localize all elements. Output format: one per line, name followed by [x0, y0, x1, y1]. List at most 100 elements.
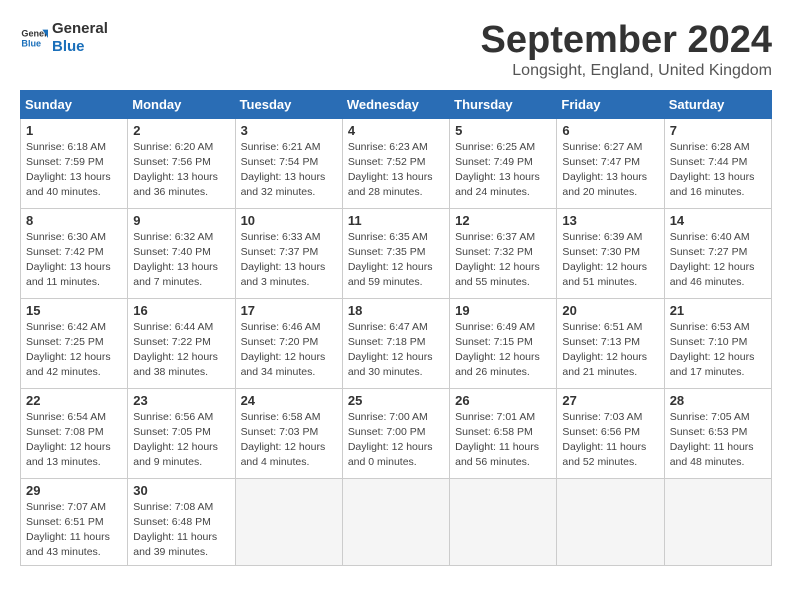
calendar-cell [664, 478, 771, 565]
calendar-cell: 3 Sunrise: 6:21 AM Sunset: 7:54 PM Daylig… [235, 118, 342, 208]
calendar-cell [342, 478, 449, 565]
day-detail: Sunrise: 7:05 AM Sunset: 6:53 PM Dayligh… [670, 410, 766, 471]
logo-line2: Blue [52, 38, 108, 56]
day-number: 19 [455, 303, 551, 318]
day-number: 4 [348, 123, 444, 138]
day-detail: Sunrise: 6:33 AM Sunset: 7:37 PM Dayligh… [241, 230, 337, 291]
day-number: 16 [133, 303, 229, 318]
day-detail: Sunrise: 6:51 AM Sunset: 7:13 PM Dayligh… [562, 320, 658, 381]
day-detail: Sunrise: 6:35 AM Sunset: 7:35 PM Dayligh… [348, 230, 444, 291]
calendar-cell: 16 Sunrise: 6:44 AM Sunset: 7:22 PM Dayli… [128, 298, 235, 388]
header-cell-sunday: Sunday [21, 90, 128, 118]
day-number: 1 [26, 123, 122, 138]
week-row-2: 8Sunrise: 6:30 AM Sunset: 7:42 PM Daylig… [21, 208, 772, 298]
day-number: 22 [26, 393, 122, 408]
calendar-cell: 22 Sunrise: 6:54 AM Sunset: 7:08 PM Dayli… [21, 388, 128, 478]
logo: General Blue General Blue [20, 20, 108, 56]
day-detail: Sunrise: 6:23 AM Sunset: 7:52 PM Dayligh… [348, 140, 444, 201]
day-detail: Sunrise: 6:39 AM Sunset: 7:30 PM Dayligh… [562, 230, 658, 291]
day-detail: Sunrise: 7:08 AM Sunset: 6:48 PM Dayligh… [133, 500, 229, 561]
day-detail: Sunrise: 7:03 AM Sunset: 6:56 PM Dayligh… [562, 410, 658, 471]
day-detail: Sunrise: 7:07 AM Sunset: 6:51 PM Dayligh… [26, 500, 122, 561]
logo-icon: General Blue [20, 24, 48, 52]
header-row: SundayMondayTuesdayWednesdayThursdayFrid… [21, 90, 772, 118]
calendar-cell: 7 Sunrise: 6:28 AM Sunset: 7:44 PM Daylig… [664, 118, 771, 208]
day-number: 24 [241, 393, 337, 408]
day-number: 20 [562, 303, 658, 318]
calendar-cell: 21 Sunrise: 6:53 AM Sunset: 7:10 PM Dayli… [664, 298, 771, 388]
calendar-cell [557, 478, 664, 565]
calendar-cell: 24 Sunrise: 6:58 AM Sunset: 7:03 PM Dayli… [235, 388, 342, 478]
calendar-cell: 8Sunrise: 6:30 AM Sunset: 7:42 PM Daylig… [21, 208, 128, 298]
day-number: 29 [26, 483, 122, 498]
calendar-cell: 25Sunrise: 7:00 AM Sunset: 7:00 PM Dayli… [342, 388, 449, 478]
calendar-cell: 29 Sunrise: 7:07 AM Sunset: 6:51 PM Dayli… [21, 478, 128, 565]
day-number: 3 [241, 123, 337, 138]
calendar-cell: 26 Sunrise: 7:01 AM Sunset: 6:58 PM Dayli… [450, 388, 557, 478]
day-detail: Sunrise: 6:58 AM Sunset: 7:03 PM Dayligh… [241, 410, 337, 471]
header-cell-monday: Monday [128, 90, 235, 118]
logo-line1: General [52, 20, 108, 38]
week-row-4: 22 Sunrise: 6:54 AM Sunset: 7:08 PM Dayli… [21, 388, 772, 478]
day-number: 26 [455, 393, 551, 408]
calendar-cell: 14 Sunrise: 6:40 AM Sunset: 7:27 PM Dayli… [664, 208, 771, 298]
calendar-header: SundayMondayTuesdayWednesdayThursdayFrid… [21, 90, 772, 118]
day-number: 17 [241, 303, 337, 318]
day-detail: Sunrise: 7:01 AM Sunset: 6:58 PM Dayligh… [455, 410, 551, 471]
day-number: 7 [670, 123, 766, 138]
day-detail: Sunrise: 6:42 AM Sunset: 7:25 PM Dayligh… [26, 320, 122, 381]
header-cell-friday: Friday [557, 90, 664, 118]
page-header: General Blue General Blue September 2024… [20, 20, 772, 80]
day-detail: Sunrise: 6:44 AM Sunset: 7:22 PM Dayligh… [133, 320, 229, 381]
week-row-1: 1Sunrise: 6:18 AM Sunset: 7:59 PM Daylig… [21, 118, 772, 208]
day-number: 6 [562, 123, 658, 138]
calendar-cell: 4 Sunrise: 6:23 AM Sunset: 7:52 PM Daylig… [342, 118, 449, 208]
calendar-cell: 30Sunrise: 7:08 AM Sunset: 6:48 PM Dayli… [128, 478, 235, 565]
day-number: 28 [670, 393, 766, 408]
calendar-cell: 1Sunrise: 6:18 AM Sunset: 7:59 PM Daylig… [21, 118, 128, 208]
day-detail: Sunrise: 6:28 AM Sunset: 7:44 PM Dayligh… [670, 140, 766, 201]
header-cell-saturday: Saturday [664, 90, 771, 118]
day-number: 15 [26, 303, 122, 318]
calendar-cell: 2Sunrise: 6:20 AM Sunset: 7:56 PM Daylig… [128, 118, 235, 208]
calendar-body: 1Sunrise: 6:18 AM Sunset: 7:59 PM Daylig… [21, 118, 772, 565]
calendar-cell [235, 478, 342, 565]
calendar-cell: 18 Sunrise: 6:47 AM Sunset: 7:18 PM Dayli… [342, 298, 449, 388]
day-number: 5 [455, 123, 551, 138]
calendar-subtitle: Longsight, England, United Kingdom [481, 62, 773, 80]
day-number: 14 [670, 213, 766, 228]
day-number: 9 [133, 213, 229, 228]
header-cell-tuesday: Tuesday [235, 90, 342, 118]
day-detail: Sunrise: 6:49 AM Sunset: 7:15 PM Dayligh… [455, 320, 551, 381]
week-row-5: 29 Sunrise: 7:07 AM Sunset: 6:51 PM Dayli… [21, 478, 772, 565]
day-number: 23 [133, 393, 229, 408]
calendar-table: SundayMondayTuesdayWednesdayThursdayFrid… [20, 90, 772, 566]
day-detail: Sunrise: 6:27 AM Sunset: 7:47 PM Dayligh… [562, 140, 658, 201]
day-number: 21 [670, 303, 766, 318]
day-detail: Sunrise: 6:40 AM Sunset: 7:27 PM Dayligh… [670, 230, 766, 291]
title-area: September 2024 Longsight, England, Unite… [481, 20, 773, 80]
day-detail: Sunrise: 6:53 AM Sunset: 7:10 PM Dayligh… [670, 320, 766, 381]
day-number: 11 [348, 213, 444, 228]
calendar-cell: 10Sunrise: 6:33 AM Sunset: 7:37 PM Dayli… [235, 208, 342, 298]
day-detail: Sunrise: 6:21 AM Sunset: 7:54 PM Dayligh… [241, 140, 337, 201]
day-number: 27 [562, 393, 658, 408]
calendar-title: September 2024 [481, 20, 773, 62]
calendar-cell: 20 Sunrise: 6:51 AM Sunset: 7:13 PM Dayli… [557, 298, 664, 388]
calendar-cell [450, 478, 557, 565]
calendar-cell: 12Sunrise: 6:37 AM Sunset: 7:32 PM Dayli… [450, 208, 557, 298]
day-detail: Sunrise: 6:47 AM Sunset: 7:18 PM Dayligh… [348, 320, 444, 381]
day-number: 12 [455, 213, 551, 228]
day-detail: Sunrise: 6:54 AM Sunset: 7:08 PM Dayligh… [26, 410, 122, 471]
day-detail: Sunrise: 6:20 AM Sunset: 7:56 PM Dayligh… [133, 140, 229, 201]
calendar-cell: 6 Sunrise: 6:27 AM Sunset: 7:47 PM Daylig… [557, 118, 664, 208]
calendar-cell: 17Sunrise: 6:46 AM Sunset: 7:20 PM Dayli… [235, 298, 342, 388]
svg-text:Blue: Blue [21, 38, 41, 48]
calendar-cell: 5 Sunrise: 6:25 AM Sunset: 7:49 PM Daylig… [450, 118, 557, 208]
day-detail: Sunrise: 6:25 AM Sunset: 7:49 PM Dayligh… [455, 140, 551, 201]
day-number: 18 [348, 303, 444, 318]
week-row-3: 15 Sunrise: 6:42 AM Sunset: 7:25 PM Dayli… [21, 298, 772, 388]
day-detail: Sunrise: 7:00 AM Sunset: 7:00 PM Dayligh… [348, 410, 444, 471]
calendar-cell: 9Sunrise: 6:32 AM Sunset: 7:40 PM Daylig… [128, 208, 235, 298]
header-cell-wednesday: Wednesday [342, 90, 449, 118]
